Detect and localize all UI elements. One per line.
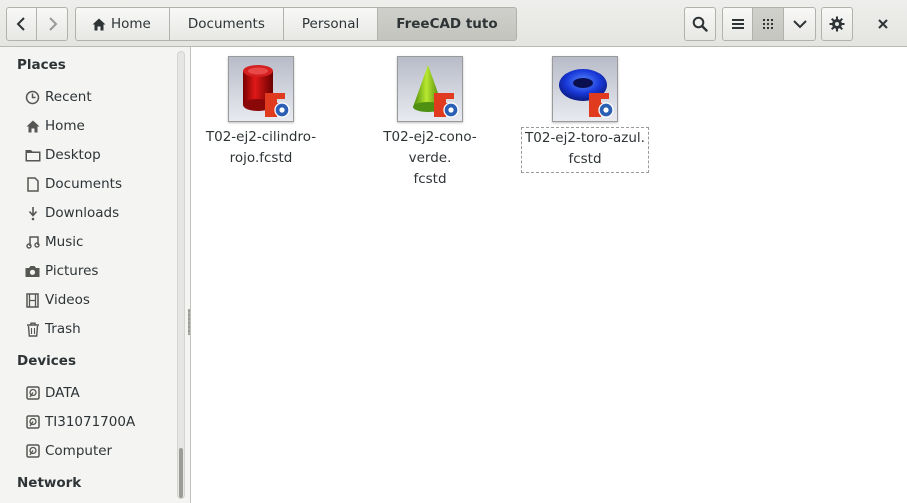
sidebar-item-music[interactable]: Music	[24, 230, 83, 254]
freecad-badge	[265, 93, 290, 118]
sidebar-item-label: Home	[45, 118, 85, 134]
breadcrumb: Home Documents Personal FreeCAD tuto	[75, 7, 517, 41]
download-icon	[24, 205, 41, 222]
clock-icon	[24, 89, 41, 106]
grid-view-icon	[763, 19, 773, 29]
sidebar-item-label: Music	[45, 234, 84, 250]
freecad-badge	[589, 93, 614, 118]
folder-icon	[24, 147, 41, 164]
file-name-line: T02-ej2-cilindro-	[205, 129, 317, 145]
sidebar-item-computer[interactable]: Computer	[24, 439, 112, 463]
scrollbar-thumb[interactable]	[179, 448, 183, 498]
breadcrumb-personal[interactable]: Personal	[283, 7, 379, 41]
camera-icon	[24, 263, 41, 280]
close-icon	[878, 19, 888, 29]
chevron-left-icon	[16, 17, 25, 31]
list-view-button[interactable]	[722, 7, 753, 41]
file-name: T02-ej2-toro-azul. fcstd	[521, 127, 649, 173]
places-header: Places	[17, 57, 66, 73]
sidebar-item-label: TI31071700A	[45, 414, 136, 430]
gear-icon	[829, 16, 845, 32]
view-controls	[722, 7, 816, 41]
sidebar-item-trash[interactable]: Trash	[24, 317, 81, 341]
sidebar-item-downloads[interactable]: Downloads	[24, 201, 119, 225]
sidebar-item-label: Documents	[45, 176, 122, 192]
sidebar-item-documents[interactable]: Documents	[24, 172, 122, 196]
sidebar-item-ti31071700a[interactable]: TI31071700A	[24, 410, 135, 434]
file-view: T02-ej2-cilindro- rojo.fcstd T02-ej2-con…	[192, 47, 907, 503]
list-view-icon	[731, 19, 744, 29]
file-name-line: fcstd	[568, 151, 602, 167]
file-name: T02-ej2-cono-verde. fcstd	[364, 127, 496, 190]
freecad-badge	[434, 93, 459, 118]
drive-icon	[24, 443, 41, 460]
settings-button[interactable]	[821, 7, 853, 41]
sidebar-item-label: Desktop	[45, 147, 101, 163]
history-controls	[6, 7, 68, 41]
sidebar-item-label: Downloads	[45, 205, 120, 221]
home-icon	[92, 18, 106, 30]
grid-view-button[interactable]	[753, 7, 784, 41]
file-name-line: rojo.fcstd	[229, 150, 293, 166]
sidebar-item-recent[interactable]: Recent	[24, 85, 92, 109]
network-header: Network	[17, 475, 82, 491]
document-icon	[24, 176, 41, 193]
file-name-line: fcstd	[413, 171, 447, 187]
sidebar-item-videos[interactable]: Videos	[24, 288, 90, 312]
breadcrumb-label: FreeCAD tuto	[396, 16, 498, 32]
home-icon	[24, 118, 41, 135]
sidebar-item-data[interactable]: DATA	[24, 381, 80, 405]
breadcrumb-documents[interactable]: Documents	[169, 7, 284, 41]
view-options-button[interactable]	[784, 7, 816, 41]
sidebar-item-label: Videos	[45, 292, 90, 308]
devices-header: Devices	[17, 353, 76, 369]
sidebar-item-label: DATA	[45, 385, 80, 401]
file-item-selected[interactable]: T02-ej2-toro-azul. fcstd	[519, 56, 651, 173]
chevron-down-icon	[792, 20, 807, 29]
file-item[interactable]: T02-ej2-cilindro- rojo.fcstd	[195, 56, 327, 169]
file-name-line: T02-ej2-toro-azul.	[525, 130, 645, 146]
search-icon	[692, 16, 708, 32]
file-thumbnail-blue-torus	[552, 56, 618, 122]
sidebar-item-label: Pictures	[45, 263, 99, 279]
chevron-right-icon	[49, 17, 58, 31]
trash-icon	[24, 321, 41, 338]
file-name-line: T02-ej2-cono-verde.	[383, 129, 477, 166]
breadcrumb-current[interactable]: FreeCAD tuto	[378, 7, 517, 41]
sidebar-item-desktop[interactable]: Desktop	[24, 143, 101, 167]
music-icon	[24, 234, 41, 251]
sidebar-item-label: Recent	[45, 89, 92, 105]
file-item[interactable]: T02-ej2-cono-verde. fcstd	[364, 56, 496, 190]
forward-button[interactable]	[37, 7, 68, 41]
sidebar-item-home[interactable]: Home	[24, 114, 85, 138]
file-name: T02-ej2-cilindro- rojo.fcstd	[204, 127, 318, 169]
pane-resize-handle[interactable]	[188, 309, 190, 335]
header-bar: Home Documents Personal FreeCAD tuto	[0, 0, 907, 47]
sidebar-item-label: Trash	[45, 321, 81, 337]
breadcrumb-label: Documents	[187, 16, 265, 32]
breadcrumb-label: Personal	[301, 16, 360, 32]
back-button[interactable]	[6, 7, 37, 41]
film-icon	[24, 292, 41, 309]
breadcrumb-label: Home	[111, 16, 151, 32]
close-button[interactable]	[867, 7, 899, 41]
sidebar-item-label: Computer	[45, 443, 113, 459]
drive-icon	[24, 414, 41, 431]
file-thumbnail-red-cylinder	[228, 56, 294, 122]
drive-icon	[24, 385, 41, 402]
sidebar: Places Recent Home Desktop Documents Dow…	[0, 47, 191, 503]
file-thumbnail-green-cone	[397, 56, 463, 122]
search-button[interactable]	[684, 7, 716, 41]
sidebar-item-pictures[interactable]: Pictures	[24, 259, 98, 283]
breadcrumb-home[interactable]: Home	[75, 7, 170, 41]
sidebar-scrollbar[interactable]	[177, 51, 185, 499]
